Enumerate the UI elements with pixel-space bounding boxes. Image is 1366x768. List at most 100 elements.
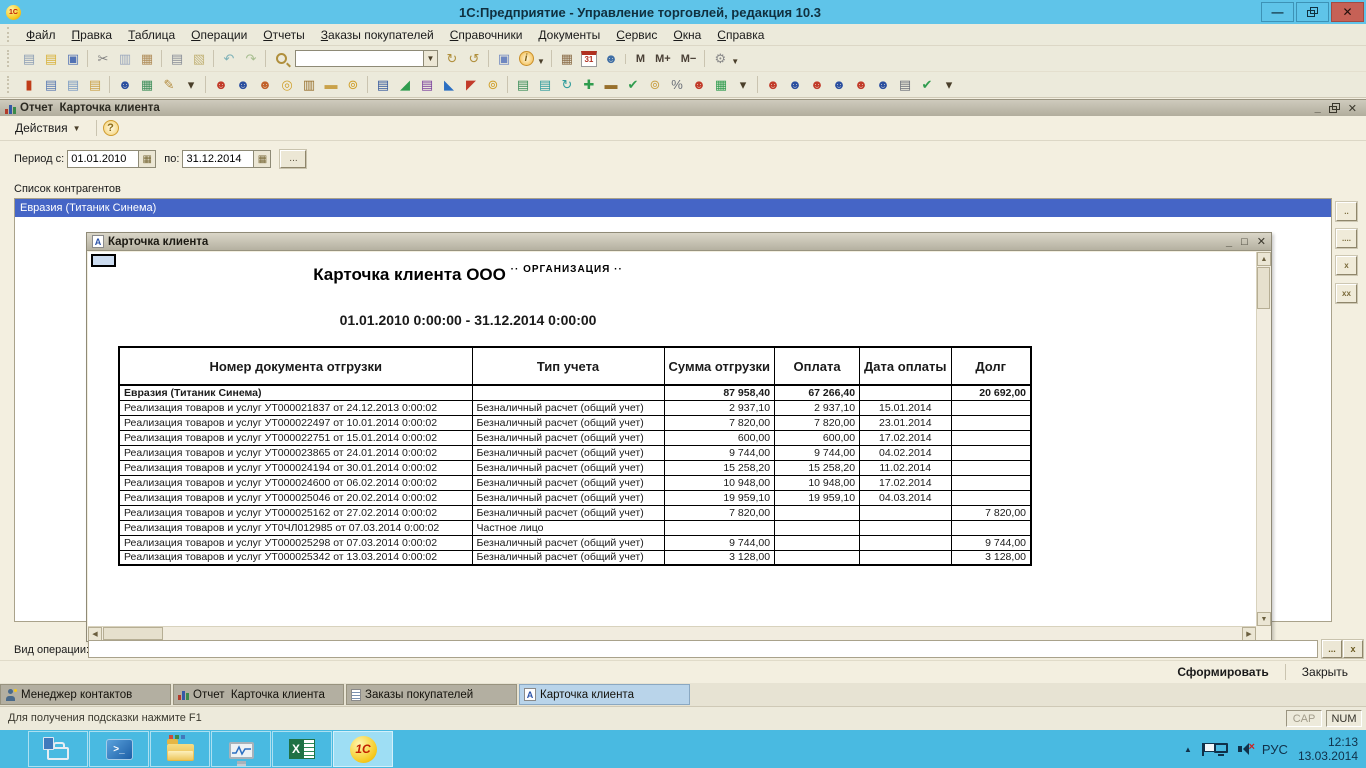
- table-row[interactable]: Реализация товаров и услуг УТ0ЧЛ012985 о…: [119, 520, 1031, 535]
- add-coin-icon[interactable]: ✚: [579, 75, 599, 94]
- tray-expand-icon[interactable]: ▲: [1184, 745, 1192, 754]
- coins-stack-icon[interactable]: ⊚: [343, 75, 363, 94]
- print-form-2-icon[interactable]: ▤: [63, 75, 83, 94]
- card-maximize-button[interactable]: □: [1241, 236, 1248, 248]
- chart-green-icon[interactable]: ◢: [395, 75, 415, 94]
- tab-client-card[interactable]: Карточка клиента: [519, 684, 690, 705]
- table-row[interactable]: Реализация товаров и услуг УТ000023865 о…: [119, 445, 1031, 460]
- task-red-icon[interactable]: ☻: [763, 75, 783, 94]
- coins-ruler-icon[interactable]: ▬: [321, 75, 341, 94]
- tab-report-client-card[interactable]: Отчет Карточка клиента: [173, 684, 344, 705]
- actions-button[interactable]: Действия ▼: [6, 117, 90, 139]
- operation-clear-button[interactable]: x: [1343, 640, 1363, 658]
- vertical-scrollbar[interactable]: ▲ ▼: [1256, 252, 1270, 626]
- doc-refresh-icon[interactable]: ↻: [557, 75, 577, 94]
- chart-red-icon[interactable]: ◤: [461, 75, 481, 94]
- settings-dropdown-icon[interactable]: ▼: [731, 57, 739, 66]
- coins-icon[interactable]: ◎: [277, 75, 297, 94]
- selected-counterparty-row[interactable]: Евразия (Титаник Синема): [15, 199, 1331, 217]
- table-row[interactable]: Реализация товаров и услуг УТ000022497 о…: [119, 415, 1031, 430]
- restore-button[interactable]: [1296, 2, 1329, 22]
- doc-coins-icon[interactable]: ⊚: [645, 75, 665, 94]
- contacts-icon[interactable]: ☻: [115, 75, 135, 94]
- redo-icon[interactable]: ↷: [241, 49, 261, 68]
- report-journal-icon[interactable]: ▮: [19, 75, 39, 94]
- client-card-titlebar[interactable]: Карточка клиента _ □ ✕: [87, 233, 1271, 251]
- table-row[interactable]: Реализация товаров и услуг УТ000024194 о…: [119, 460, 1031, 475]
- calendar-button[interactable]: 31: [579, 49, 599, 68]
- coins-pair-icon[interactable]: ⊚: [483, 75, 503, 94]
- doc-check-icon[interactable]: ✔: [623, 75, 643, 94]
- help-icon[interactable]: ?: [103, 120, 119, 136]
- card-close-button[interactable]: ✕: [1257, 235, 1266, 248]
- scroll-down-icon[interactable]: ▼: [1257, 612, 1271, 626]
- menu-item[interactable]: Окна: [665, 26, 709, 44]
- table-row[interactable]: Реализация товаров и услуг УТ000021837 о…: [119, 400, 1031, 415]
- spreadsheet-document[interactable]: Карточка клиента ООО ·· ОРГАНИЗАЦИЯ ·· 0…: [88, 252, 1256, 626]
- client-debt-icon[interactable]: ☻: [211, 75, 231, 94]
- save-icon[interactable]: ▣: [63, 49, 83, 68]
- dropdown-icon[interactable]: ▾: [181, 75, 201, 94]
- dropdown-icon[interactable]: ▾: [939, 75, 959, 94]
- client-orders-icon[interactable]: ☻: [255, 75, 275, 94]
- card-minimize-button[interactable]: _: [1226, 236, 1232, 248]
- menu-item[interactable]: Документы: [530, 26, 608, 44]
- money-table-icon[interactable]: ▦: [137, 75, 157, 94]
- find-next-icon[interactable]: ↻: [442, 49, 462, 68]
- doc-export-icon[interactable]: ▤: [535, 75, 555, 94]
- tree-icon[interactable]: ▦: [711, 75, 731, 94]
- find-prev-icon[interactable]: ↺: [464, 49, 484, 68]
- search-dropdown-button[interactable]: ▼: [423, 50, 438, 67]
- doc-coin-icon[interactable]: ▤: [513, 75, 533, 94]
- table-row[interactable]: Реализация товаров и услуг УТ000025298 о…: [119, 535, 1031, 550]
- paste-icon[interactable]: ▦: [137, 49, 157, 68]
- chart-blue-icon[interactable]: ◣: [439, 75, 459, 94]
- table-row[interactable]: Реализация товаров и услуг УТ000025342 о…: [119, 550, 1031, 565]
- memory-button[interactable]: М+: [650, 53, 676, 65]
- task-blue-2-icon[interactable]: ☻: [829, 75, 849, 94]
- network-icon[interactable]: [1214, 743, 1228, 753]
- server-manager-button[interactable]: [28, 731, 88, 767]
- task-list-icon[interactable]: ▤: [895, 75, 915, 94]
- close-report-button[interactable]: Закрыть: [1292, 663, 1358, 681]
- report-minimize-button[interactable]: _: [1315, 102, 1321, 114]
- scroll-thumb[interactable]: [1257, 267, 1270, 309]
- print-form-3-icon[interactable]: ▤: [85, 75, 105, 94]
- menu-item[interactable]: Файл: [18, 26, 64, 44]
- menu-item[interactable]: Таблица: [120, 26, 183, 44]
- 1c-enterprise-button[interactable]: [333, 731, 393, 767]
- scroll-right-icon[interactable]: ▶: [1242, 627, 1256, 641]
- summary-row[interactable]: Евразия (Титаник Синема) 87 958,40 67 26…: [119, 385, 1031, 400]
- memory-button[interactable]: М−: [676, 53, 702, 65]
- copy-icon[interactable]: ▥: [115, 49, 135, 68]
- task-check-icon[interactable]: ✔: [917, 75, 937, 94]
- tab-contact-manager[interactable]: Менеджер контактов: [0, 684, 171, 705]
- list-button-3[interactable]: x: [1336, 256, 1357, 275]
- calculator-button[interactable]: ▦: [557, 49, 577, 68]
- dropdown-icon[interactable]: ▾: [733, 75, 753, 94]
- selected-cell[interactable]: [91, 254, 116, 267]
- settings-wrench-button[interactable]: ⚙: [710, 49, 730, 68]
- print-preview-icon[interactable]: ▧: [189, 49, 209, 68]
- undo-icon[interactable]: ↶: [219, 49, 239, 68]
- period-to-input[interactable]: [182, 150, 254, 168]
- task-blue-icon[interactable]: ☻: [785, 75, 805, 94]
- new-document-icon[interactable]: ▤: [19, 49, 39, 68]
- client-payment-icon[interactable]: ☻: [233, 75, 253, 94]
- calendar-picker-icon[interactable]: ▦: [139, 150, 156, 168]
- edit-journal-icon[interactable]: ✎: [159, 75, 179, 94]
- memory-button[interactable]: М: [631, 53, 650, 65]
- list-button-1[interactable]: ..: [1336, 202, 1357, 221]
- menu-item[interactable]: Операции: [183, 26, 255, 44]
- menu-item[interactable]: Справка: [709, 26, 772, 44]
- search-input[interactable]: [295, 50, 423, 67]
- list-button-2[interactable]: ....: [1336, 229, 1357, 248]
- user-lock-button[interactable]: ☻: [601, 49, 621, 68]
- generate-button[interactable]: Сформировать: [1167, 663, 1278, 681]
- window-list-icon[interactable]: ▣: [494, 49, 514, 68]
- table-row[interactable]: Реализация товаров и услуг УТ000025162 о…: [119, 505, 1031, 520]
- remove-coin-icon[interactable]: ▬: [601, 75, 621, 94]
- table-row[interactable]: Реализация товаров и услуг УТ000022751 о…: [119, 430, 1031, 445]
- scroll-up-icon[interactable]: ▲: [1257, 252, 1271, 266]
- task-red-3-icon[interactable]: ☻: [851, 75, 871, 94]
